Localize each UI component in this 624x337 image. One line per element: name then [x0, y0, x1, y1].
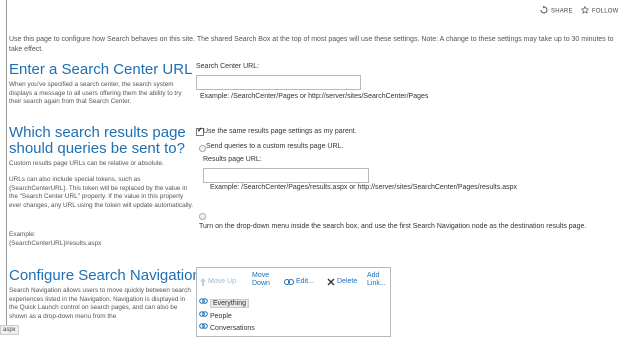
edit-label: Edit... [296, 278, 314, 285]
results-page-desc-example-label: Example: [9, 231, 36, 238]
share-button[interactable]: SHARE [540, 5, 573, 16]
nav-item-people[interactable]: People [199, 310, 232, 321]
left-border [6, 0, 7, 335]
search-center-url-label: Search Center URL: [196, 63, 260, 70]
follow-label: FOLLOW [592, 8, 619, 15]
move-down-button[interactable]: Move Down [252, 272, 270, 288]
link-node-icon [199, 322, 208, 334]
custom-results-radio-label: Send queries to a custom results page UR… [206, 143, 344, 150]
nav-item-label: Everything [210, 298, 250, 308]
results-page-desc-example: {SearchCenterURL}/results.aspx [9, 240, 102, 247]
delete-x-icon [327, 278, 335, 289]
nav-item-label: Conversations [210, 324, 255, 332]
results-page-heading-line1: Which search results page [9, 124, 186, 141]
results-page-heading-line2: should queries be sent to? [9, 140, 185, 157]
edit-link-icon [284, 278, 294, 289]
search-nav-editor: Move Up Move Down Edit... Delete Add Lin… [196, 267, 391, 337]
add-link-label-2: Link... [367, 280, 386, 287]
same-as-parent-label: Use the same results page settings as my… [203, 128, 357, 135]
results-page-desc-tokens: URLs can also include special tokens, su… [9, 176, 194, 209]
edit-button[interactable]: Edit... [284, 278, 314, 289]
move-down-label-1: Move [252, 272, 270, 279]
search-center-description: When you've specified a search center, t… [9, 81, 182, 106]
add-link-button[interactable]: Add Link... [367, 272, 386, 288]
link-node-icon [199, 297, 208, 309]
link-node-icon [199, 310, 208, 322]
delete-label: Delete [337, 278, 358, 285]
search-center-example: Example: /SearchCenter/Pages or http://s… [200, 93, 429, 100]
results-page-desc-relative: Custom results page URLs can be relative… [9, 160, 164, 167]
move-down-label-2: Down [252, 280, 270, 287]
top-bar: SHARE FOLLOW [0, 0, 624, 22]
status-bar-text: aspx [0, 325, 19, 335]
delete-button[interactable]: Delete [327, 278, 357, 289]
search-nav-description: Search Navigation allows users to move q… [9, 287, 191, 320]
search-center-url-input[interactable] [196, 75, 361, 90]
nav-item-label: People [210, 312, 232, 320]
star-icon [580, 5, 590, 16]
nav-item-everything[interactable]: Everything [199, 297, 250, 309]
share-label: SHARE [551, 8, 573, 15]
arrow-up-icon [200, 278, 206, 289]
move-up-label: Move Up [208, 278, 237, 285]
move-up-button[interactable]: Move Up [200, 278, 236, 289]
search-nav-heading: Configure Search Navigation [9, 267, 201, 284]
results-url-input[interactable] [203, 168, 369, 183]
custom-results-radio[interactable] [199, 145, 206, 152]
add-link-label-1: Add [367, 272, 380, 279]
intro-text: Use this page to configure how Search be… [9, 36, 614, 53]
share-icon [540, 5, 548, 16]
results-url-label: Results page URL: [203, 156, 262, 163]
results-url-example: Example: /SearchCenter/Pages/results.asp… [210, 184, 517, 191]
dropdown-radio-label: Turn on the drop-down menu inside the se… [199, 223, 587, 230]
nav-item-conversations[interactable]: Conversations [199, 322, 255, 333]
dropdown-radio[interactable] [199, 213, 206, 220]
follow-button[interactable]: FOLLOW [580, 5, 619, 16]
search-center-heading: Enter a Search Center URL [9, 61, 193, 78]
